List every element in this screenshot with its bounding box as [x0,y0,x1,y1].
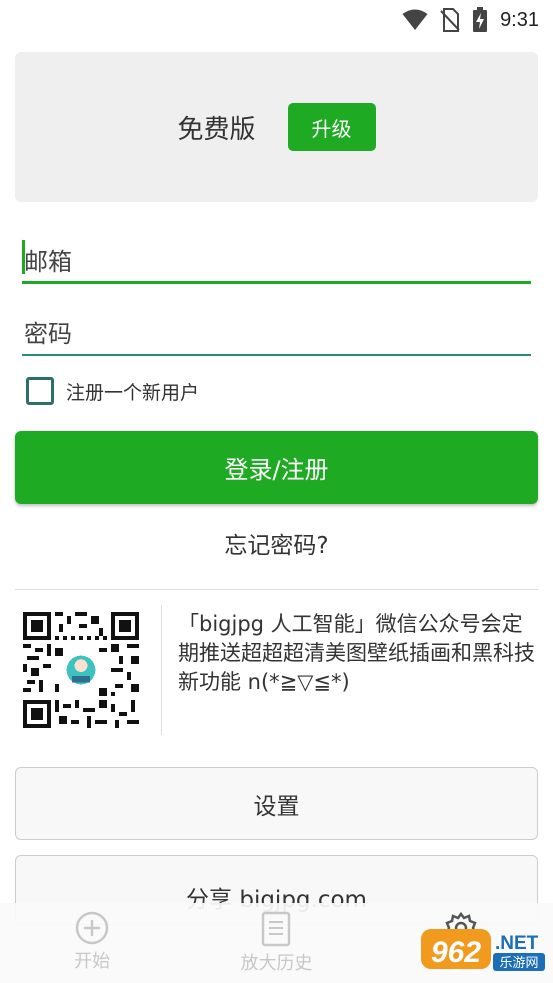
nav-label-start: 开始 [74,951,111,972]
document-list-icon [262,911,291,947]
battery-charging-icon [473,7,488,32]
upgrade-button[interactable]: 升级 [287,103,376,151]
register-checkbox[interactable] [26,377,54,405]
email-underline [22,281,531,284]
status-icons: 9:31 [402,6,539,34]
promo-section: 「bigjpg 人工智能」微信公众号会定期推送超超超清美图壁纸插画和黑科技新功能… [15,600,538,740]
promo-divider [161,605,162,735]
nav-item-start[interactable]: 开始 [0,903,184,983]
watermark-logo: 962 .NET 乐游网 [419,925,547,975]
forgot-password-link[interactable]: 忘记密码? [0,526,553,560]
wifi-icon [402,9,428,30]
plan-card: 免费版 升级 [15,52,538,202]
svg-text:乐游网: 乐游网 [499,956,538,971]
status-bar: 9:31 [0,0,553,40]
promo-text: 「bigjpg 人工智能」微信公众号会定期推送超超超清美图壁纸插画和黑科技新功能… [178,612,535,694]
register-label: 注册一个新用户 [66,381,200,404]
nav-item-history[interactable]: 放大历史 [184,903,368,983]
svg-text:.NET: .NET [495,933,539,954]
email-field[interactable]: 邮箱 [22,232,531,284]
register-row[interactable]: 注册一个新用户 [26,376,199,406]
svg-text:962: 962 [431,936,481,969]
password-field[interactable]: 密码 [22,304,531,356]
qr-code-icon [23,612,139,728]
plan-label: 免费版 [177,114,256,145]
nav-label-history: 放大历史 [240,953,313,974]
settings-button[interactable]: 设置 [15,767,538,840]
password-placeholder: 密码 [24,320,72,348]
no-sim-icon [440,8,460,32]
login-button[interactable]: 登录/注册 [15,431,538,504]
plus-circle-icon [75,911,109,945]
divider [15,589,538,590]
email-placeholder: 邮箱 [24,248,72,276]
status-time: 9:31 [500,8,539,31]
password-underline [22,354,531,356]
